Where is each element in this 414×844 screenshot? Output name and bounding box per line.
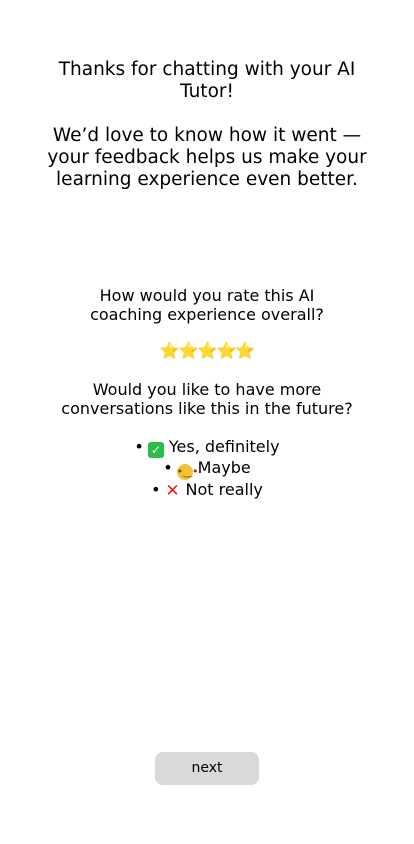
thinking-face-icon: •‿•	[176, 464, 199, 480]
option-label: Yes, definitely	[168, 437, 280, 456]
option-label: Not really	[185, 480, 263, 499]
feedback-message: We’d love to know how it went — your fee…	[47, 125, 367, 190]
next-button[interactable]: next	[155, 752, 259, 785]
star-icon[interactable]: ⭐	[179, 341, 199, 361]
rating-question-line-1: How would you rate this AI	[99, 286, 315, 305]
star-icon[interactable]: ⭐	[198, 341, 218, 361]
check-mark-icon: ✓	[147, 442, 164, 458]
star-rating: ⭐⭐⭐⭐⭐	[0, 341, 414, 361]
cross-mark-icon: ✕	[165, 481, 180, 501]
thanks-heading: Thanks for chatting with your AI Tutor!	[58, 59, 356, 102]
bullet: •	[151, 480, 161, 499]
rating-question-line-2: coaching experience overall?	[90, 305, 324, 324]
star-icon[interactable]: ⭐	[235, 341, 255, 361]
star-icon[interactable]: ⭐	[216, 341, 236, 361]
rating-question: How would you rate this AI coaching expe…	[0, 286, 414, 324]
option-maybe[interactable]: • •‿•Maybe	[0, 458, 414, 480]
future-question-line-1: Would you like to have more	[92, 380, 322, 399]
star-icon[interactable]: ⭐	[160, 341, 180, 361]
option-label: Maybe	[197, 458, 251, 477]
answer-options: • ✓ Yes, definitely • •‿•Maybe • ✕ Not really	[0, 437, 414, 501]
option-yes-definitely[interactable]: • ✓ Yes, definitely	[0, 437, 414, 458]
bullet: •	[134, 437, 144, 456]
future-question-line-2: conversations like this in the future?	[61, 399, 353, 418]
future-question: Would you like to have more conversation…	[0, 380, 414, 418]
option-not-really[interactable]: • ✕ Not really	[0, 480, 414, 501]
bullet: •	[163, 458, 173, 477]
intro-message: Thanks for chatting with your AI Tutor! …	[0, 59, 414, 191]
